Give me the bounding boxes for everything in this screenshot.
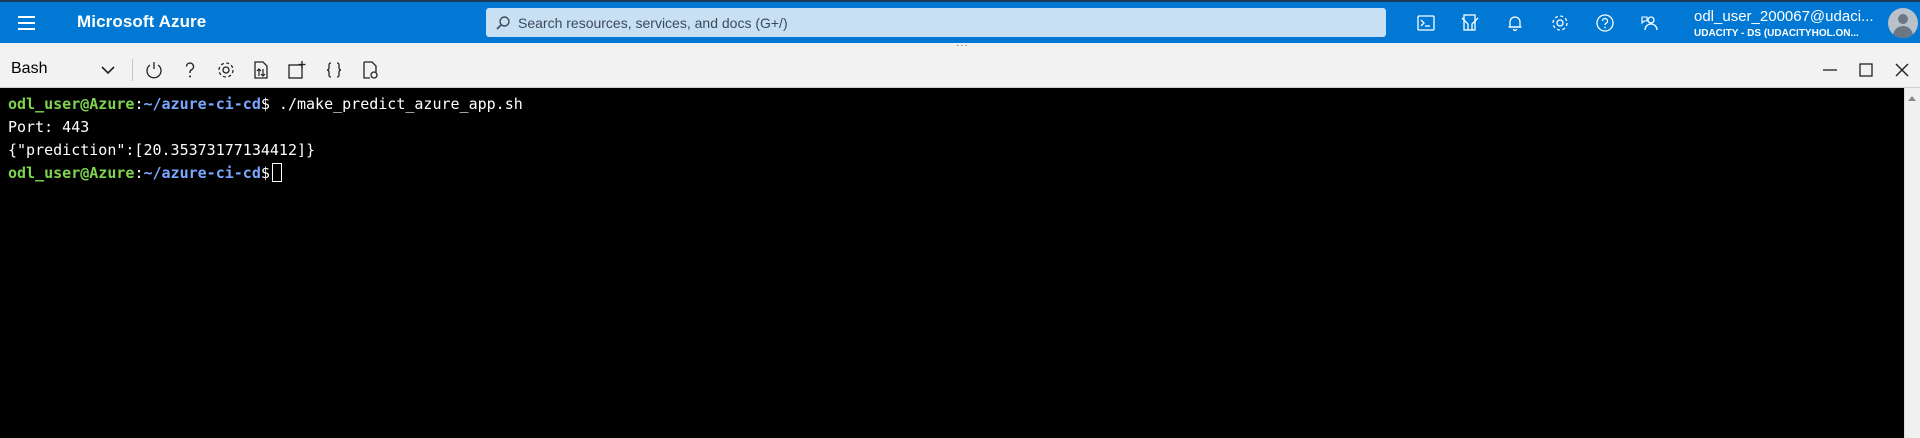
panel-resize-handle[interactable]: ··· [0,40,1920,51]
cloud-shell-toolbar: Bash [0,51,1920,88]
minimize-icon[interactable] [1818,58,1842,82]
prompt-sign: $ [260,95,270,113]
web-preview-icon[interactable] [357,57,383,83]
command-text: ./make_predict_azure_app.sh [269,95,523,113]
toolbar-divider [132,59,133,81]
settings-icon[interactable] [1547,10,1573,36]
terminal-line: odl_user@Azure:~/azure-ci-cd$ ./make_pre… [8,93,523,115]
terminal-cursor [271,163,282,182]
settings-icon[interactable] [213,57,239,83]
upload-download-icon[interactable] [248,57,274,83]
directory-filter-icon[interactable] [1457,10,1483,36]
terminal-line: Port: 443 [8,118,90,136]
terminal-scrollbar[interactable] [1904,88,1920,438]
portal-brand[interactable]: Microsoft Azure [77,12,206,32]
feedback-icon[interactable] [1637,10,1663,36]
account-directory: UDACITY - DS (UDACITYHOL.ON... [1694,28,1859,39]
avatar[interactable] [1888,8,1918,38]
prompt-sign: $ [260,164,270,182]
terminal-output[interactable]: odl_user@Azure:~/azure-ci-cd$ ./make_pre… [0,88,1904,438]
notifications-icon[interactable] [1502,10,1528,36]
azure-top-bar: Microsoft Azure odl_user_200067@udaci...… [0,0,1920,43]
help-icon[interactable] [1592,10,1618,36]
cloud-shell-icon[interactable] [1413,10,1439,36]
scroll-up-icon[interactable] [1908,96,1916,101]
search-icon [496,16,510,30]
help-icon[interactable] [177,57,203,83]
shell-type-select[interactable]: Bash [4,55,122,83]
grip-dots-icon: ··· [956,40,969,51]
maximize-icon[interactable] [1854,58,1878,82]
prompt-path: ~/azure-ci-cd [143,95,261,113]
hamburger-menu-icon[interactable] [14,11,40,35]
editor-braces-icon[interactable] [321,57,347,83]
global-search[interactable] [486,8,1386,37]
close-icon[interactable] [1890,58,1914,82]
prompt-path: ~/azure-ci-cd [143,164,261,182]
account-name: odl_user_200067@udaci... [1694,8,1874,25]
chevron-down-icon [101,66,115,75]
account-menu[interactable]: odl_user_200067@udaci... UDACITY - DS (U… [1694,8,1912,40]
open-new-session-icon[interactable] [284,57,310,83]
restart-icon[interactable] [141,57,167,83]
terminal-line: {"prediction":[20.35373177134412]} [8,141,316,159]
search-input[interactable] [518,8,1378,37]
prompt-user: odl_user@Azure [8,164,135,182]
prompt-user: odl_user@Azure [8,95,135,113]
terminal-line: odl_user@Azure:~/azure-ci-cd$ [8,162,282,184]
shell-type-value: Bash [11,60,48,77]
